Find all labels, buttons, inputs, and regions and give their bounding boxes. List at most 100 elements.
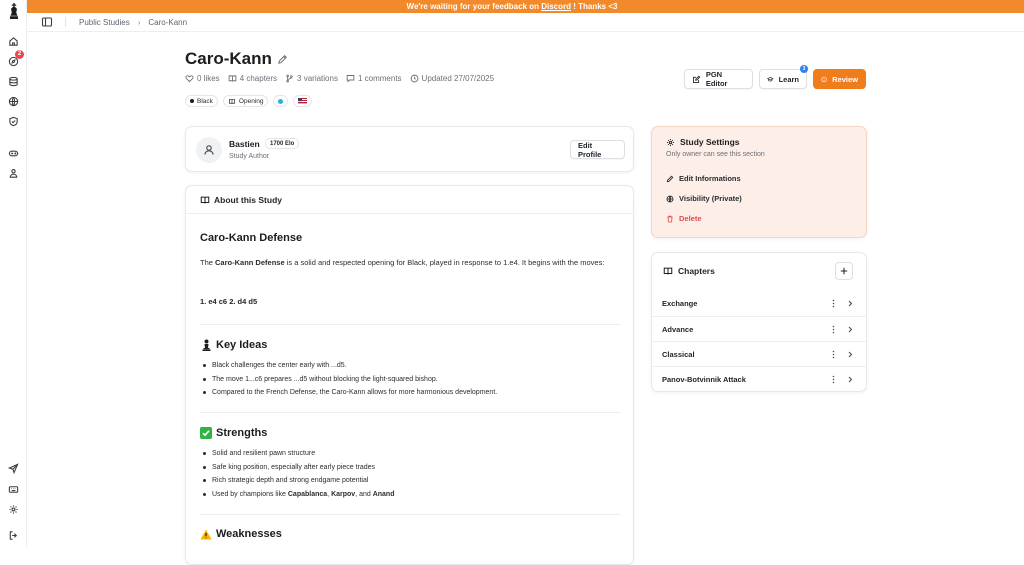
- settings-gear-icon[interactable]: [7, 503, 20, 516]
- key-ideas-list: Black challenges the center early with .…: [200, 359, 497, 400]
- learn-button[interactable]: Learn 3: [759, 65, 808, 89]
- book-open-icon: [228, 98, 235, 104]
- variations-meta: 3 variations: [285, 74, 338, 83]
- tag-status: [273, 95, 289, 107]
- champions-and: , and: [355, 490, 373, 498]
- gamepad-icon[interactable]: [7, 147, 20, 160]
- topbar-divider: [65, 17, 66, 27]
- review-button[interactable]: Review: [813, 69, 866, 89]
- chapters-count-text: 4 chapters: [239, 74, 278, 83]
- elo-badge: 1700 Elo: [265, 138, 300, 149]
- chapter-label: Classical: [662, 349, 695, 359]
- weaknesses-title: Weaknesses: [216, 528, 282, 540]
- chapters-meta: 4 chapters: [228, 74, 277, 83]
- list-item: Safe king position, especially after ear…: [200, 461, 394, 475]
- add-chapter-button[interactable]: [835, 262, 853, 280]
- keyboard-icon[interactable]: [7, 483, 20, 496]
- review-label: Review: [832, 74, 858, 84]
- chapters-card: Chapters Exchange Advance Classical Pano…: [651, 252, 867, 392]
- key-ideas-title: Key Ideas: [216, 339, 268, 351]
- champions-pre: Used by champions like: [212, 490, 288, 498]
- visibility-label: Visibility (Private): [679, 194, 742, 203]
- globe-icon: [666, 195, 674, 202]
- chevron-right-icon[interactable]: [848, 326, 853, 333]
- chess-pawn-icon: [200, 339, 212, 351]
- banner-suffix: ! Thanks <3: [571, 2, 618, 11]
- chevron-right-icon[interactable]: [848, 376, 853, 383]
- tag-type-label: Opening: [238, 97, 264, 105]
- chapter-row[interactable]: Classical: [652, 341, 866, 366]
- strengths-heading: Strengths: [200, 427, 267, 439]
- edit-profile-button[interactable]: Edit Profile: [570, 140, 625, 159]
- chevron-right-icon[interactable]: [848, 300, 853, 307]
- send-icon[interactable]: [7, 462, 20, 475]
- about-heading: About this Study: [200, 195, 282, 205]
- list-item: Black challenges the center early with .…: [200, 359, 497, 373]
- breadcrumb-public-studies[interactable]: Public Studies: [79, 18, 130, 27]
- top-bar: Public Studies › Caro-Kann: [27, 13, 1024, 32]
- study-actions: PGN Editor Learn 3 Review: [684, 65, 866, 89]
- plus-icon: [840, 267, 848, 275]
- book-open-icon: [663, 267, 673, 275]
- champion-capablanca: Capablanca: [287, 490, 328, 498]
- edit-title-pencil-icon[interactable]: [277, 54, 288, 65]
- sidebar-toggle-icon[interactable]: [41, 16, 53, 28]
- weaknesses-heading: Weaknesses: [200, 528, 282, 540]
- chapter-row[interactable]: Panov-Botvinnik Attack: [652, 366, 866, 391]
- tag-color: Black: [185, 95, 218, 107]
- notification-badge: 2: [15, 50, 24, 59]
- discord-link[interactable]: Discord: [541, 2, 571, 11]
- users-icon[interactable]: [7, 167, 20, 180]
- page-title: Caro-Kann: [185, 49, 272, 68]
- more-vertical-icon[interactable]: [832, 325, 835, 334]
- chapter-row[interactable]: Exchange: [652, 291, 866, 316]
- breadcrumb-current: Caro-Kann: [148, 17, 188, 27]
- chevron-right-icon[interactable]: [848, 351, 853, 358]
- intro-pre: The: [200, 258, 216, 267]
- author-name[interactable]: Bastien: [229, 139, 260, 149]
- opening-moves: 1. e4 c6 2. d4 d5: [200, 297, 258, 306]
- study-settings-card: Study Settings Only owner can see this s…: [651, 126, 867, 238]
- chapters-heading: Chapters: [663, 266, 715, 276]
- about-card: About this Study Caro-Kann Defense The C…: [185, 185, 634, 565]
- settings-heading: Study Settings: [666, 137, 740, 147]
- likes-text: 0 likes: [197, 74, 220, 83]
- chess-king-logo-icon[interactable]: [8, 3, 20, 19]
- gear-icon: [667, 138, 674, 146]
- chapter-label: Panov-Botvinnik Attack: [662, 374, 746, 384]
- database-icon[interactable]: [7, 75, 20, 88]
- strengths-title: Strengths: [216, 427, 268, 439]
- chapter-row[interactable]: Advance: [652, 316, 866, 341]
- visibility-button[interactable]: Visibility (Private): [666, 194, 742, 203]
- avatar: [196, 137, 222, 163]
- pencil-icon: [666, 175, 674, 182]
- list-item: Used by champions like Capablanca, Karpo…: [200, 488, 394, 502]
- section-divider: [200, 412, 621, 413]
- edit-informations-button[interactable]: Edit Informations: [666, 174, 741, 183]
- banner-text: We're waiting for your feedback on: [406, 2, 542, 11]
- list-item: The move 1...c6 prepares ...d5 without b…: [200, 373, 497, 387]
- more-vertical-icon[interactable]: [832, 299, 835, 308]
- delete-button[interactable]: Delete: [666, 214, 702, 223]
- shield-check-icon[interactable]: [7, 115, 20, 128]
- check-mark-icon: [200, 427, 212, 439]
- likes-meta[interactable]: 0 likes: [185, 74, 220, 83]
- tag-color-label: Black: [197, 97, 213, 105]
- chapter-label: Advance: [662, 324, 694, 334]
- champion-anand: Anand: [372, 490, 395, 498]
- section-divider: [200, 514, 621, 515]
- left-rail: 2: [0, 0, 27, 547]
- author-card: Bastien 1700 Elo Study Author Edit Profi…: [185, 126, 634, 172]
- globe-icon[interactable]: [7, 95, 20, 108]
- pgn-editor-button[interactable]: PGN Editor: [684, 69, 753, 89]
- strengths-list: Solid and resilient pawn structure Safe …: [200, 447, 394, 501]
- settings-subtitle: Only owner can see this section: [666, 151, 765, 158]
- logout-icon[interactable]: [7, 529, 20, 542]
- chapters-title: Chapters: [678, 266, 715, 276]
- user-icon: [204, 145, 214, 155]
- more-vertical-icon[interactable]: [832, 350, 835, 359]
- tag-type: Opening: [222, 95, 269, 107]
- breadcrumb-chevron-icon: ›: [137, 17, 141, 27]
- more-vertical-icon[interactable]: [832, 375, 835, 384]
- home-icon[interactable]: [7, 35, 20, 48]
